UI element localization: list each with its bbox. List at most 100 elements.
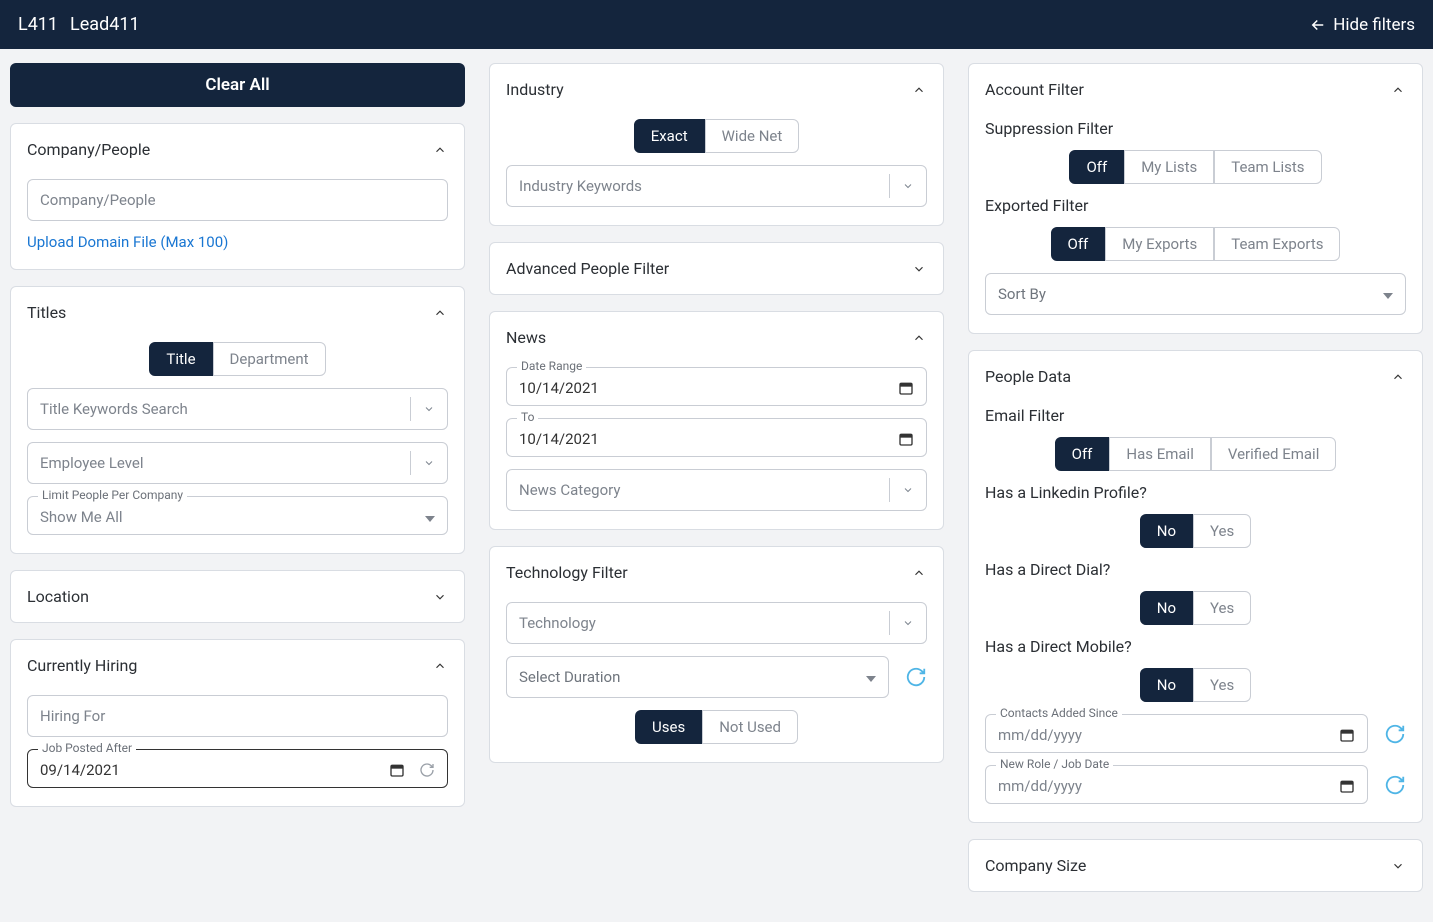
linkedin-no[interactable]: No xyxy=(1140,514,1193,548)
toggle-not-used[interactable]: Not Used xyxy=(702,710,798,744)
direct-dial-label: Has a Direct Dial? xyxy=(985,560,1406,579)
panel-hiring: Currently Hiring Job Posted After 09/14/… xyxy=(10,639,465,807)
calendar-icon xyxy=(1339,727,1355,743)
email-filter-label: Email Filter xyxy=(985,406,1406,425)
technology-select[interactable]: Technology xyxy=(506,602,927,644)
hide-filters-button[interactable]: Hide filters xyxy=(1309,15,1415,35)
chevron-up-icon xyxy=(1390,369,1406,385)
chevron-up-icon xyxy=(432,658,448,674)
email-has-email[interactable]: Has Email xyxy=(1109,437,1210,471)
employee-level-select[interactable]: Employee Level xyxy=(27,442,448,484)
select-placeholder: News Category xyxy=(507,470,889,510)
panel-header-technology[interactable]: Technology Filter xyxy=(490,547,943,598)
news-date-from-field[interactable]: Date Range 10/14/2021 xyxy=(506,367,927,406)
dial-no[interactable]: No xyxy=(1140,591,1193,625)
suppression-my-lists[interactable]: My Lists xyxy=(1124,150,1214,184)
toggle-uses[interactable]: Uses xyxy=(635,710,702,744)
email-verified[interactable]: Verified Email xyxy=(1211,437,1337,471)
linkedin-yes[interactable]: Yes xyxy=(1193,514,1251,548)
panel-location: Location xyxy=(10,570,465,623)
calendar-icon xyxy=(1339,778,1355,794)
panel-title: News xyxy=(506,328,546,347)
chevron-up-icon xyxy=(911,330,927,346)
panel-header-company-size[interactable]: Company Size xyxy=(969,840,1422,891)
panel-header-titles[interactable]: Titles xyxy=(11,287,464,338)
panel-header-advanced-people[interactable]: Advanced People Filter xyxy=(490,243,943,294)
news-category-select[interactable]: News Category xyxy=(506,469,927,511)
panel-title: Titles xyxy=(27,303,66,322)
panel-company-people: Company/People Upload Domain File (Max 1… xyxy=(10,123,465,270)
upload-domain-link[interactable]: Upload Domain File (Max 100) xyxy=(27,233,448,251)
date-value: mm/dd/yyyy xyxy=(998,777,1082,795)
refresh-icon[interactable] xyxy=(1384,723,1406,745)
industry-keywords-select[interactable]: Industry Keywords xyxy=(506,165,927,207)
panel-company-size: Company Size xyxy=(968,839,1423,892)
contacts-added-since-field[interactable]: Contacts Added Since mm/dd/yyyy xyxy=(985,714,1368,753)
dial-yes[interactable]: Yes xyxy=(1193,591,1251,625)
chevron-down-icon xyxy=(890,180,926,192)
suppression-team-lists[interactable]: Team Lists xyxy=(1214,150,1321,184)
mobile-no[interactable]: No xyxy=(1140,668,1193,702)
company-people-input[interactable] xyxy=(27,179,448,221)
hiring-for-input[interactable] xyxy=(27,695,448,737)
chevron-down-icon xyxy=(1390,858,1406,874)
exported-my-exports[interactable]: My Exports xyxy=(1105,227,1214,261)
date-value: 09/14/2021 xyxy=(40,761,120,779)
panel-title: Advanced People Filter xyxy=(506,259,669,278)
chevron-up-icon xyxy=(1390,82,1406,98)
email-off[interactable]: Off xyxy=(1055,437,1110,471)
clear-all-button[interactable]: Clear All xyxy=(10,63,465,107)
select-placeholder: Technology xyxy=(507,603,889,643)
direct-mobile-label: Has a Direct Mobile? xyxy=(985,637,1406,656)
mobile-yes[interactable]: Yes xyxy=(1193,668,1251,702)
title-keywords-select[interactable]: Title Keywords Search xyxy=(27,388,448,430)
toggle-wide-net[interactable]: Wide Net xyxy=(705,119,800,153)
filters-col-1: Clear All Company/People Upload Domain F… xyxy=(10,63,465,892)
calendar-icon xyxy=(898,431,914,447)
limit-people-select[interactable]: Limit People Per Company Show Me All xyxy=(27,496,448,535)
hide-filters-label: Hide filters xyxy=(1333,15,1415,35)
panel-title: Location xyxy=(27,587,89,606)
chevron-up-icon xyxy=(432,305,448,321)
chevron-up-icon xyxy=(432,142,448,158)
toggle-exact[interactable]: Exact xyxy=(634,119,705,153)
select-placeholder: Select Duration xyxy=(519,668,620,686)
panel-title: Account Filter xyxy=(985,80,1084,99)
field-legend: New Role / Job Date xyxy=(996,757,1113,771)
toggle-department[interactable]: Department xyxy=(213,342,326,376)
filters-col-3: Account Filter Suppression Filter Off My… xyxy=(968,63,1423,892)
panel-header-industry[interactable]: Industry xyxy=(490,64,943,115)
news-date-to-field[interactable]: To 10/14/2021 xyxy=(506,418,927,457)
panel-header-account-filter[interactable]: Account Filter xyxy=(969,64,1422,115)
refresh-icon[interactable] xyxy=(1384,774,1406,796)
panel-header-hiring[interactable]: Currently Hiring xyxy=(11,640,464,691)
exported-team-exports[interactable]: Team Exports xyxy=(1214,227,1340,261)
job-posted-after-field[interactable]: Job Posted After 09/14/2021 xyxy=(27,749,448,788)
sort-by-select[interactable]: Sort By xyxy=(985,273,1406,315)
refresh-icon[interactable] xyxy=(419,762,435,778)
select-value: Show Me All xyxy=(40,508,123,526)
chevron-down-icon xyxy=(411,457,447,469)
duration-select[interactable]: Select Duration xyxy=(506,656,889,698)
suppression-off[interactable]: Off xyxy=(1069,150,1124,184)
chevron-down-icon xyxy=(432,589,448,605)
panel-titles: Titles Title Department Title Keywords S… xyxy=(10,286,465,554)
filters-col-2: Industry Exact Wide Net Industry Keyword… xyxy=(489,63,944,892)
panel-header-people-data[interactable]: People Data xyxy=(969,351,1422,402)
linkedin-label: Has a Linkedin Profile? xyxy=(985,483,1406,502)
toggle-title[interactable]: Title xyxy=(149,342,212,376)
new-role-date-field[interactable]: New Role / Job Date mm/dd/yyyy xyxy=(985,765,1368,804)
chevron-down-icon xyxy=(411,403,447,415)
chevron-down-icon xyxy=(911,261,927,277)
panel-technology: Technology Filter Technology Select Dura… xyxy=(489,546,944,763)
panel-header-location[interactable]: Location xyxy=(11,571,464,622)
panel-header-news[interactable]: News xyxy=(490,312,943,363)
suppression-filter-label: Suppression Filter xyxy=(985,119,1406,138)
select-placeholder: Title Keywords Search xyxy=(28,389,410,429)
field-legend: Contacts Added Since xyxy=(996,706,1122,720)
refresh-icon[interactable] xyxy=(905,666,927,688)
date-value: 10/14/2021 xyxy=(519,430,599,448)
exported-off[interactable]: Off xyxy=(1051,227,1106,261)
field-legend: Job Posted After xyxy=(38,741,136,755)
panel-header-company-people[interactable]: Company/People xyxy=(11,124,464,175)
